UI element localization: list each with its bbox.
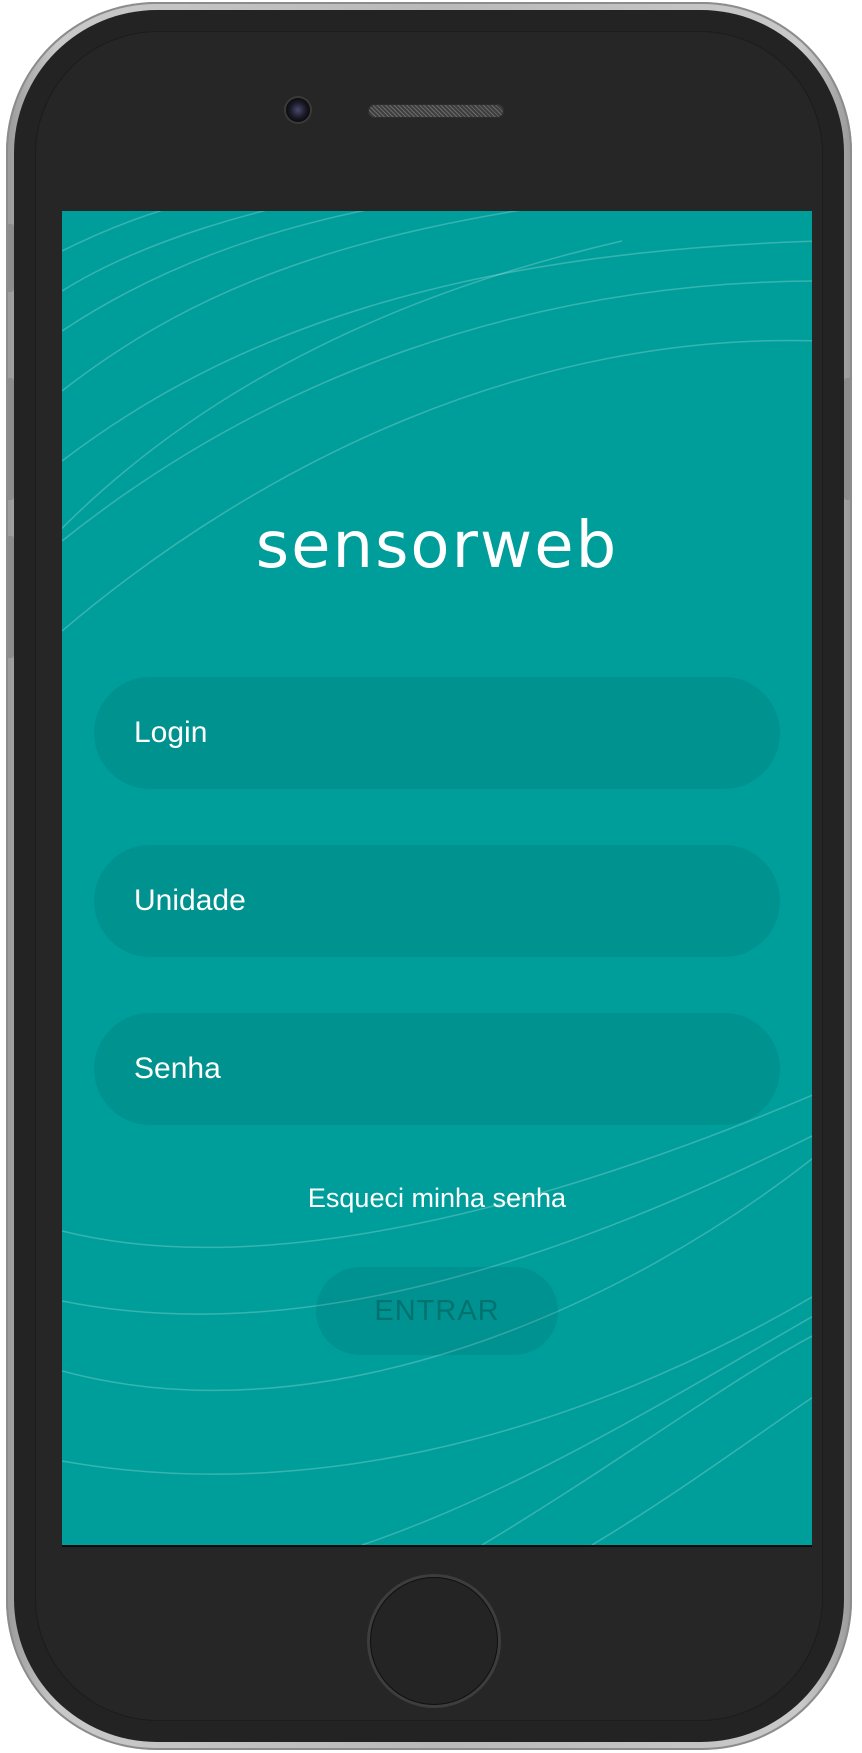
enter-button[interactable]: ENTRAR [316,1267,558,1355]
phone-frame: sensorweb Login Unidade Senha Esqueci mi… [6,2,852,1750]
app-screen: sensorweb Login Unidade Senha Esqueci mi… [62,211,812,1545]
unidade-placeholder: Unidade [134,884,246,917]
senha-input[interactable]: Senha [94,1013,780,1125]
senha-placeholder: Senha [134,1052,221,1085]
silent-switch [6,224,14,292]
home-button[interactable] [370,1577,498,1705]
power-button [844,378,852,500]
forgot-password-link[interactable]: Esqueci minha senha [62,1183,812,1214]
unidade-input[interactable]: Unidade [94,845,780,957]
earpiece-speaker [368,104,504,118]
svg-text:sensorweb: sensorweb [256,509,618,583]
login-input[interactable]: Login [94,677,780,789]
volume-down-button [6,536,14,658]
login-placeholder: Login [134,716,208,749]
sensorweb-logo: sensorweb [62,505,812,585]
logo-wordmark: sensorweb [256,509,618,583]
volume-up-button [6,378,14,500]
front-camera-icon [286,98,310,122]
